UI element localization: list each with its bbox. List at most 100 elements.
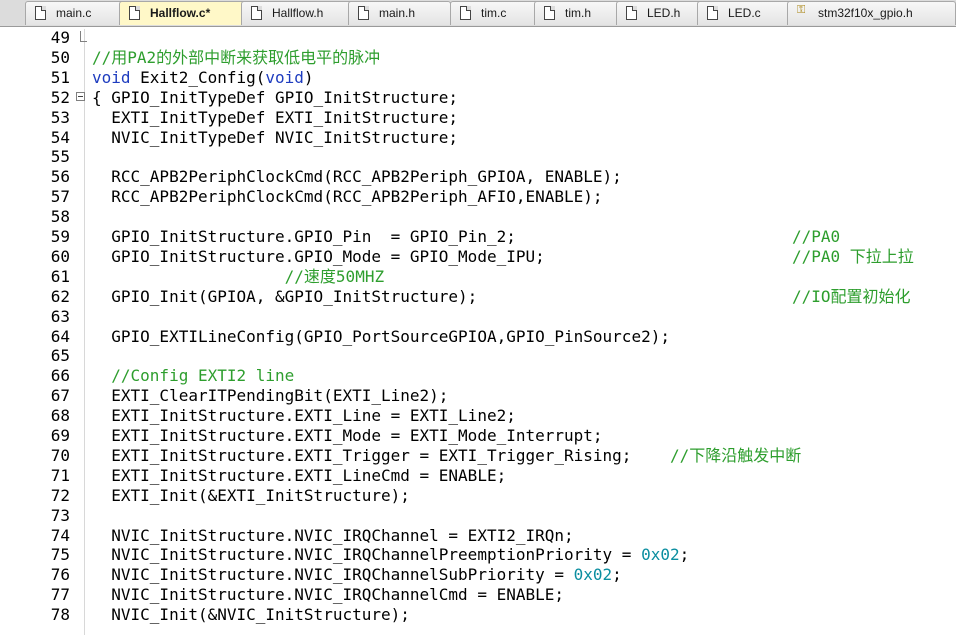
code-line[interactable]: 76 NVIC_InitStructure.NVIC_IRQChannelSub… — [0, 565, 956, 585]
code-line[interactable]: 77 NVIC_InitStructure.NVIC_IRQChannelCmd… — [0, 585, 956, 605]
code-comment: //下降沿触发中断 — [669, 445, 802, 465]
code-text: NVIC_Init(&NVIC_InitStructure); — [92, 605, 410, 625]
line-number: 52 — [50, 87, 70, 107]
code-line[interactable]: 71 EXTI_InitStructure.EXTI_LineCmd = ENA… — [0, 466, 956, 486]
code-line[interactable]: 63 — [0, 307, 956, 327]
line-number: 59 — [50, 227, 70, 246]
code-token: GPIO_Init(GPIOA, &GPIO_InitStructure); — [92, 286, 478, 306]
code-token: Exit2_Config( — [130, 67, 266, 87]
code-line[interactable]: 59 GPIO_InitStructure.GPIO_Pin = GPIO_Pi… — [0, 227, 956, 247]
code-line[interactable]: 57 RCC_APB2PeriphClockCmd(RCC_APB2Periph… — [0, 187, 956, 207]
code-line[interactable]: 61 //速度50MHZ — [0, 267, 956, 287]
line-number: 56 — [50, 167, 70, 187]
tab-hallflow-h[interactable]: Hallflow.h — [241, 1, 356, 25]
code-number: 0x02 — [641, 545, 680, 565]
tab-main-h[interactable]: main.h — [348, 1, 451, 25]
code-line[interactable]: 66 //Config EXTI2 line — [0, 366, 956, 386]
code-editor[interactable]: 49 50 //用PA2的外部中断来获取低电平的脉冲 51 void Exit2_Con… — [0, 27, 956, 635]
code-line[interactable]: 50 //用PA2的外部中断来获取低电平的脉冲 — [0, 48, 956, 68]
line-number: 69 — [50, 426, 70, 445]
code-line[interactable]: 68 EXTI_InitStructure.EXTI_Line = EXTI_L… — [0, 406, 956, 426]
code-line[interactable]: 64 GPIO_EXTILineConfig(GPIO_PortSourceGP… — [0, 327, 956, 347]
code-token: NVIC_InitStructure.NVIC_IRQChannelCmd = … — [92, 585, 565, 605]
fold-collapse-icon[interactable] — [76, 91, 85, 101]
line-number: 55 — [50, 147, 70, 167]
code-comment: //速度50MHZ — [284, 266, 385, 286]
code-line[interactable]: 69 EXTI_InitStructure.EXTI_Mode = EXTI_M… — [0, 426, 956, 446]
code-text: NVIC_InitStructure.NVIC_IRQChannel = EXT… — [92, 525, 574, 546]
code-token: GPIO_InitStructure.GPIO_Mode = GPIO_Mode… — [92, 246, 545, 266]
code-text: EXTI_InitStructure.EXTI_Line = EXTI_Line… — [92, 406, 516, 426]
line-number: 63 — [50, 306, 70, 326]
code-token: EXTI_InitTypeDef EXTI_InitStructure; — [92, 107, 459, 127]
code-token: ; — [612, 565, 622, 585]
line-number: 64 — [50, 326, 70, 346]
code-line[interactable]: 55 — [0, 147, 956, 167]
code-token: NVIC_Init(&NVIC_InitStructure); — [92, 605, 410, 625]
code-line[interactable]: 67 EXTI_ClearITPendingBit(EXTI_Line2); — [0, 386, 956, 406]
tab-main-c[interactable]: main.c — [25, 1, 127, 25]
code-text: //Config EXTI2 line — [92, 366, 294, 386]
code-line[interactable]: 78 NVIC_Init(&NVIC_InitStructure); — [0, 605, 956, 625]
code-token: EXTI_Init(&EXTI_InitStructure); — [92, 485, 410, 505]
code-text: NVIC_InitStructure.NVIC_IRQChannelPreemp… — [92, 545, 689, 565]
code-text: //速度50MHZ — [92, 267, 384, 287]
code-keyword: void — [265, 67, 304, 87]
code-line[interactable]: 73 — [0, 506, 956, 526]
tab-led-h[interactable]: LED.h — [616, 1, 705, 25]
code-line[interactable]: 72 EXTI_Init(&EXTI_InitStructure); — [0, 486, 956, 506]
code-line[interactable]: 62 GPIO_Init(GPIOA, &GPIO_InitStructure)… — [0, 287, 956, 307]
line-number: 57 — [50, 187, 70, 207]
code-line[interactable]: 54 NVIC_InitTypeDef NVIC_InitStructure; — [0, 128, 956, 148]
code-line[interactable]: 49 — [0, 28, 956, 48]
tab-label: Hallflow.h — [272, 6, 324, 20]
code-line[interactable]: 74 NVIC_InitStructure.NVIC_IRQChannel = … — [0, 526, 956, 546]
header-file-icon: ⚿ — [797, 4, 806, 16]
line-number: 68 — [50, 406, 70, 426]
code-text: GPIO_EXTILineConfig(GPIO_PortSourceGPIOA… — [92, 327, 670, 347]
tab-stm32f10x-gpio-h[interactable]: ⚿ stm32f10x_gpio.h — [787, 1, 956, 25]
line-number: 70 — [50, 445, 70, 465]
code-token: NVIC_InitStructure.NVIC_IRQChannel = EXT… — [92, 525, 574, 545]
code-comment: //Config EXTI2 line — [111, 366, 295, 386]
code-line[interactable]: 65 — [0, 346, 956, 366]
code-line[interactable]: 60 GPIO_InitStructure.GPIO_Mode = GPIO_M… — [0, 247, 956, 267]
code-line[interactable]: 52 { GPIO_InitTypeDef GPIO_InitStructure; — [0, 88, 956, 108]
line-number: 50 — [50, 47, 70, 67]
code-token: EXTI_InitStructure.EXTI_Line = EXTI_Line… — [92, 406, 516, 426]
tab-hallflow-c[interactable]: Hallflow.c* — [119, 1, 249, 25]
line-number: 67 — [50, 386, 70, 406]
code-keyword: void — [92, 67, 131, 87]
line-number: 75 — [50, 545, 70, 565]
editor-tab-bar: main.c Hallflow.c* Hallflow.h main.h tim.c ti… — [0, 0, 956, 27]
code-token: EXTI_ClearITPendingBit(EXTI_Line2); — [92, 386, 449, 406]
code-line[interactable]: 53 EXTI_InitTypeDef EXTI_InitStructure; — [0, 108, 956, 128]
code-text: EXTI_InitStructure.EXTI_Trigger = EXTI_T… — [92, 446, 801, 466]
code-comment: //PA0 下拉上拉 — [792, 246, 914, 266]
line-number: 66 — [50, 366, 70, 386]
line-number: 71 — [50, 465, 70, 485]
code-token: RCC_APB2PeriphClockCmd(RCC_APB2Periph_AF… — [92, 187, 603, 207]
source-file-icon — [626, 6, 637, 20]
line-number: 58 — [50, 207, 70, 227]
line-number: 53 — [50, 107, 70, 127]
code-line[interactable]: 56 RCC_APB2PeriphClockCmd(RCC_APB2Periph… — [0, 167, 956, 187]
code-line[interactable]: 58 — [0, 207, 956, 227]
code-text: void Exit2_Config(void) — [92, 68, 314, 88]
code-token: { GPIO_InitTypeDef GPIO_InitStructure; — [92, 87, 459, 107]
tab-label: LED.c — [728, 6, 761, 20]
code-text: RCC_APB2PeriphClockCmd(RCC_APB2Periph_GP… — [92, 167, 622, 187]
code-line[interactable]: 70 EXTI_InitStructure.EXTI_Trigger = EXT… — [0, 446, 956, 466]
tab-tim-c[interactable]: tim.c — [450, 1, 542, 25]
line-number: 49 — [50, 28, 70, 47]
code-line[interactable]: 51 void Exit2_Config(void) — [0, 68, 956, 88]
tab-tim-h[interactable]: tim.h — [534, 1, 625, 25]
code-line[interactable]: 75 NVIC_InitStructure.NVIC_IRQChannelPre… — [0, 545, 956, 565]
tab-label: Hallflow.c* — [150, 6, 211, 20]
code-token: GPIO_InitStructure.GPIO_Pin = GPIO_Pin_2… — [92, 227, 516, 246]
tab-led-c[interactable]: LED.c — [697, 1, 797, 25]
line-number: 62 — [50, 286, 70, 306]
source-file-icon — [707, 6, 718, 20]
code-token: NVIC_InitStructure.NVIC_IRQChannelPreemp… — [92, 545, 642, 565]
code-token: ; — [679, 545, 690, 565]
